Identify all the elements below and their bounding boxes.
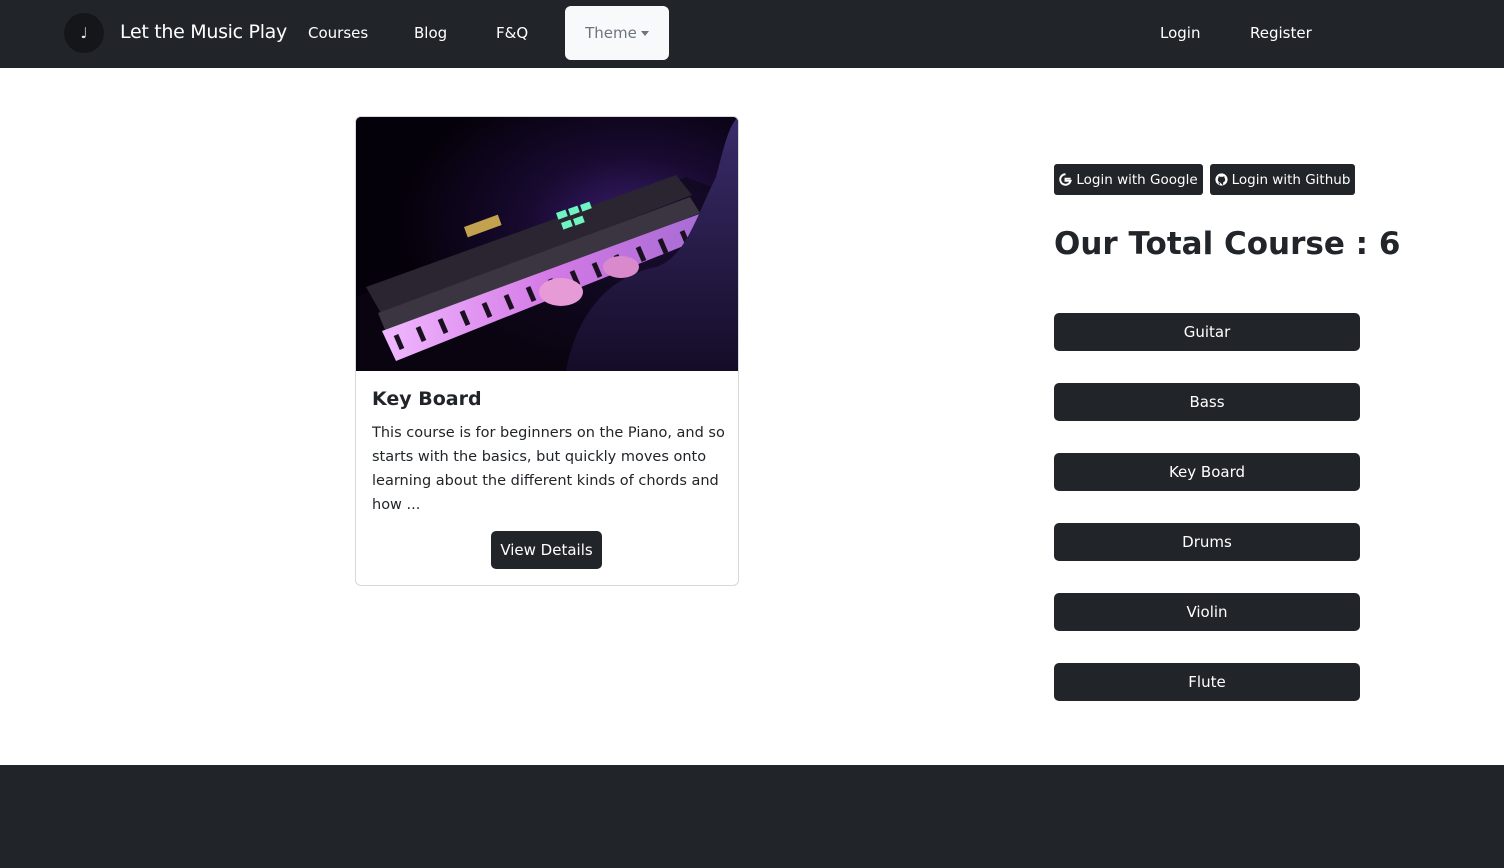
course-button-key-board[interactable]: Key Board <box>1054 453 1360 491</box>
login-with-google-button[interactable]: Login with Google <box>1054 164 1203 195</box>
github-icon <box>1214 173 1228 186</box>
login-link[interactable]: Login <box>1160 24 1200 42</box>
navbar: ♩ Let the Music Play Courses Blog F&Q Th… <box>0 0 1504 68</box>
google-icon <box>1059 173 1073 186</box>
course-card-description: This course is for beginners on the Pian… <box>372 425 725 513</box>
github-button-label: Login with Github <box>1231 171 1351 188</box>
theme-dropdown-button[interactable]: Theme <box>565 6 669 60</box>
nav-blog-link[interactable]: Blog <box>414 24 447 42</box>
keyboard-course-image <box>356 117 738 371</box>
login-with-github-button[interactable]: Login with Github <box>1210 164 1355 195</box>
music-note-logo-icon[interactable]: ♩ <box>64 13 104 53</box>
course-card-title: Key Board <box>372 388 482 410</box>
course-button-bass[interactable]: Bass <box>1054 383 1360 421</box>
course-button-drums[interactable]: Drums <box>1054 523 1360 561</box>
course-button-guitar[interactable]: Guitar <box>1054 313 1360 351</box>
nav-faq-link[interactable]: F&Q <box>496 24 528 42</box>
course-card: Key Board This course is for beginners o… <box>355 116 739 586</box>
caret-down-icon <box>640 31 649 36</box>
total-course-heading: Our Total Course : 6 <box>1054 226 1401 262</box>
nav-courses-link[interactable]: Courses <box>308 24 368 42</box>
course-button-violin[interactable]: Violin <box>1054 593 1360 631</box>
brand-name[interactable]: Let the Music Play <box>120 21 287 43</box>
theme-label: Theme <box>585 24 637 42</box>
course-button-flute[interactable]: Flute <box>1054 663 1360 701</box>
view-details-button[interactable]: View Details <box>491 531 602 569</box>
register-link[interactable]: Register <box>1250 24 1312 42</box>
footer <box>0 765 1504 868</box>
google-button-label: Login with Google <box>1076 171 1198 188</box>
